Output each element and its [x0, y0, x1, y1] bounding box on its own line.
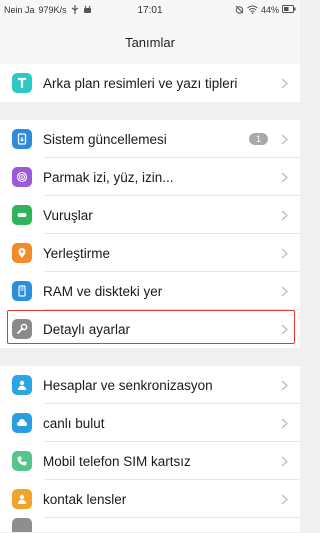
- update-count-badge: 1: [248, 133, 268, 145]
- phone-icon: [12, 451, 32, 471]
- settings-item-label: kontak lensler: [43, 491, 127, 507]
- account-icon: [12, 375, 32, 395]
- settings-item-label: Sistem güncellemesi: [43, 131, 167, 147]
- settings-group-system: Sistem güncellemesi 1 Parmak izi, yüz, i…: [0, 120, 300, 348]
- cloud-icon: [12, 413, 32, 433]
- wrench-icon: [12, 319, 32, 339]
- chevron-right-icon: [276, 456, 288, 467]
- chevron-right-icon: [276, 248, 288, 259]
- gesture-icon: [12, 205, 32, 225]
- settings-item-label: Hesaplar ve senkronizasyon: [43, 377, 213, 393]
- settings-item-label: Arka plan resimleri ve yazı tipleri: [43, 75, 238, 91]
- settings-item-label: Vuruşlar: [43, 207, 93, 223]
- chevron-right-icon: [276, 494, 288, 505]
- settings-item-label: Yerleştirme: [43, 245, 111, 261]
- settings-item-label: RAM ve diskteki yer: [43, 283, 163, 299]
- settings-item-label: Parmak izi, yüz, izin...: [43, 169, 174, 185]
- settings-item-background-fonts[interactable]: Arka plan resimleri ve yazı tipleri: [0, 64, 300, 102]
- location-icon: [12, 243, 32, 263]
- settings-group-personalization: Arka plan resimleri ve yazı tipleri: [0, 64, 300, 102]
- chevron-right-icon: [276, 172, 288, 183]
- settings-item-accounts-sync[interactable]: Hesaplar ve senkronizasyon: [0, 366, 300, 404]
- system-update-icon: [12, 129, 32, 149]
- partial-item-icon: [12, 518, 32, 532]
- chevron-right-icon: [276, 380, 288, 391]
- settings-group-accounts: Hesaplar ve senkronizasyon canlı bulut M…: [0, 366, 300, 532]
- settings-item-system-update[interactable]: Sistem güncellemesi 1: [0, 120, 300, 158]
- status-bar: Nein Ja 979K/s 17:01 44%: [0, 0, 300, 20]
- chevron-right-icon: [276, 324, 288, 335]
- title-bar: Tanımlar: [0, 20, 300, 64]
- settings-item-storage[interactable]: RAM ve diskteki yer: [0, 272, 300, 310]
- settings-item-contacts[interactable]: kontak lensler: [0, 480, 300, 518]
- chevron-right-icon: [276, 418, 288, 429]
- clock: 17:01: [137, 4, 163, 16]
- settings-item-fingerprint-face[interactable]: Parmak izi, yüz, izin...: [0, 158, 300, 196]
- chevron-right-icon: [276, 210, 288, 221]
- chevron-right-icon: [276, 286, 288, 297]
- chevron-right-icon: [276, 78, 288, 89]
- contacts-icon: [12, 489, 32, 509]
- settings-item-gestures[interactable]: Vuruşlar: [0, 196, 300, 234]
- settings-item-label: canlı bulut: [43, 415, 105, 431]
- settings-item-advanced[interactable]: Detaylı ayarlar: [0, 310, 300, 348]
- settings-item-location[interactable]: Yerleştirme: [0, 234, 300, 272]
- settings-item-partial[interactable]: [0, 518, 300, 532]
- storage-icon: [12, 281, 32, 301]
- fingerprint-icon: [12, 167, 32, 187]
- page-title: Tanımlar: [125, 34, 175, 50]
- settings-item-label: Detaylı ayarlar: [43, 321, 131, 337]
- settings-item-cloud[interactable]: canlı bulut: [0, 404, 300, 442]
- theme-icon: [12, 73, 32, 93]
- chevron-right-icon: [276, 134, 288, 145]
- settings-item-label: Mobil telefon SIM kartsız: [43, 453, 191, 469]
- settings-item-phone-sim[interactable]: Mobil telefon SIM kartsız: [0, 442, 300, 480]
